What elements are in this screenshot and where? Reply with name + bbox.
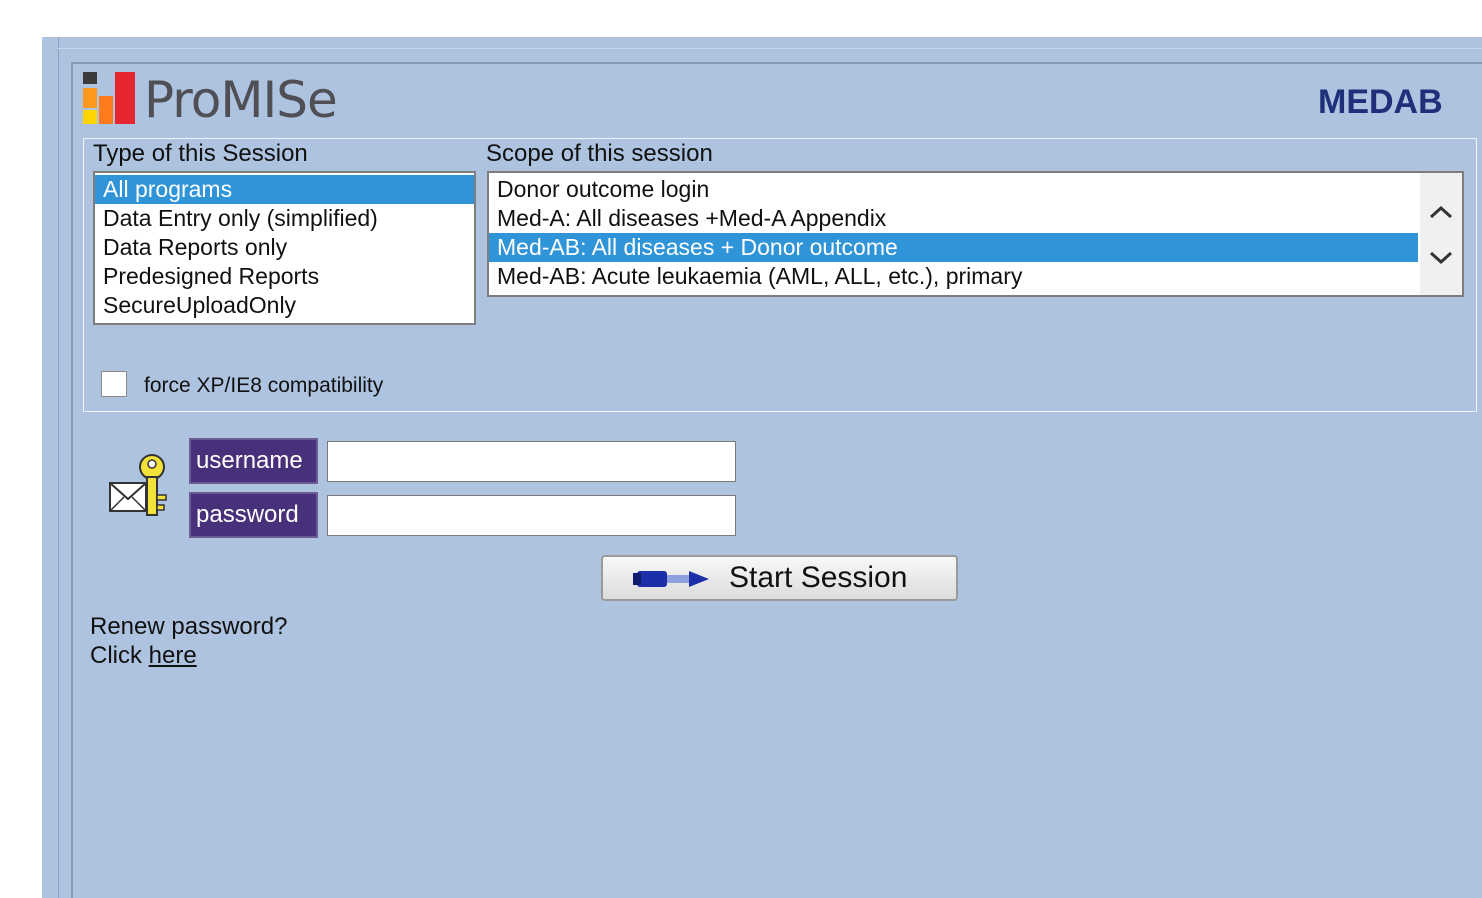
chevron-down-icon[interactable] <box>1420 235 1462 279</box>
promise-logo-icon <box>83 72 135 124</box>
frame-divider-top <box>58 48 1482 49</box>
app-brand: ProMISe <box>144 71 338 129</box>
password-label: password <box>189 492 318 538</box>
compat-checkbox[interactable] <box>101 371 127 397</box>
compat-label: force XP/IE8 compatibility <box>144 374 384 397</box>
session-type-option[interactable]: Data Reports only <box>95 233 474 262</box>
start-session-label: Start Session <box>729 561 908 594</box>
password-input[interactable] <box>327 495 736 536</box>
username-label: username <box>189 438 318 484</box>
pencil-arrow-icon <box>633 571 709 587</box>
renew-question: Renew password? <box>90 613 288 640</box>
start-session-button[interactable]: Start Session <box>601 555 958 601</box>
session-type-option[interactable]: All programs <box>95 175 474 204</box>
username-input[interactable] <box>327 441 736 482</box>
renew-password-text: Renew password? Click here <box>90 612 287 670</box>
renew-click-text: Click <box>90 642 142 669</box>
session-type-option[interactable]: Data Entry only (simplified) <box>95 204 474 233</box>
session-type-label: Type of this Session <box>93 140 308 167</box>
session-type-list[interactable]: All programs Data Entry only (simplified… <box>93 171 476 325</box>
session-scope-label: Scope of this session <box>486 140 713 167</box>
frame-divider <box>58 37 59 898</box>
scope-scrollbar[interactable] <box>1420 173 1462 295</box>
session-scope-option[interactable]: Med-AB: All diseases + Donor outcome <box>489 233 1418 262</box>
session-scope-option[interactable]: Donor outcome login <box>489 175 1418 204</box>
organization-name: MEDAB <box>1318 83 1443 121</box>
session-scope-option[interactable]: Med-A: All diseases +Med-A Appendix <box>489 204 1418 233</box>
renew-click-line: Click here <box>90 641 287 670</box>
key-envelope-icon <box>109 454 167 516</box>
renew-here-link[interactable]: here <box>149 642 197 669</box>
chevron-up-icon[interactable] <box>1420 189 1462 233</box>
session-scope-list[interactable]: Donor outcome login Med-A: All diseases … <box>487 171 1464 297</box>
session-scope-option[interactable]: Med-AB: Acute leukaemia (AML, ALL, etc.)… <box>489 262 1418 291</box>
session-type-option[interactable]: Predesigned Reports <box>95 262 474 291</box>
session-type-option[interactable]: SecureUploadOnly <box>95 291 474 320</box>
